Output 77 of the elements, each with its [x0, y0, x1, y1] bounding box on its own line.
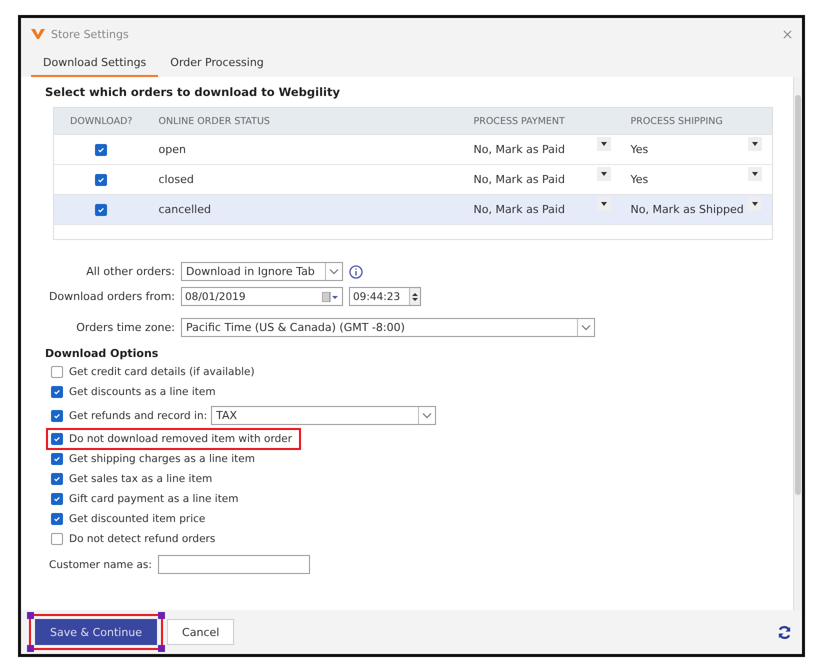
check-icon — [53, 475, 61, 483]
close-icon[interactable] — [783, 30, 792, 38]
checkbox[interactable] — [95, 204, 108, 216]
check-icon — [53, 515, 61, 523]
refresh-icon[interactable] — [777, 624, 792, 640]
resize-handle[interactable] — [158, 612, 166, 619]
check-icon — [53, 435, 61, 443]
input-field[interactable] — [158, 555, 310, 574]
check-icon — [97, 176, 106, 184]
checkbox[interactable] — [95, 174, 108, 186]
checkbox[interactable] — [51, 386, 63, 398]
checkbox[interactable] — [51, 493, 63, 505]
option-label: Get shipping charges as a line item — [69, 453, 255, 465]
dropdown[interactable]: TAX — [211, 406, 436, 425]
dropdown[interactable]: Download in Ignore Tab — [181, 262, 343, 281]
table-cell: closed — [158, 173, 194, 186]
save-button[interactable]: Save & Continue — [35, 619, 158, 645]
checkbox[interactable] — [51, 533, 63, 545]
calendar-icon[interactable] — [322, 292, 338, 302]
dropdown-arrow-icon[interactable] — [752, 142, 758, 146]
time-field[interactable]: 09:44:23 — [349, 287, 421, 306]
field-label: Customer name as: — [49, 558, 152, 570]
option-label: Do not detect refund orders — [69, 533, 216, 545]
dropdown[interactable]: Pacific Time (US & Canada) (GMT -8:00) — [181, 318, 595, 337]
column-header: PROCESS PAYMENT — [464, 108, 620, 134]
table-cell: open — [158, 143, 186, 156]
table-cell: No, Mark as Paid — [474, 143, 565, 156]
scrollbar-thumb[interactable] — [795, 95, 801, 495]
option-label: Do not download removed item with order — [69, 433, 292, 445]
column-header: DOWNLOAD? — [54, 108, 148, 134]
dropdown-arrow-icon[interactable] — [752, 172, 758, 176]
field-label: All other orders: — [85, 265, 175, 278]
tab[interactable]: Order Processing — [158, 50, 276, 77]
info-icon[interactable] — [349, 264, 363, 278]
option-label: Get discounts as a line item — [69, 386, 216, 398]
checkbox[interactable] — [51, 453, 63, 465]
option-label: Gift card payment as a line item — [69, 493, 238, 505]
checkbox[interactable] — [95, 144, 108, 156]
table-cell: No, Mark as Paid — [474, 203, 565, 216]
check-icon — [53, 455, 61, 463]
resize-handle[interactable] — [158, 645, 166, 652]
column-header: PROCESS SHIPPING — [620, 108, 772, 134]
checkbox[interactable] — [51, 366, 63, 378]
logo-icon — [31, 29, 45, 39]
option-label: Get sales tax as a line item — [69, 473, 212, 485]
table-cell: cancelled — [158, 203, 211, 216]
resize-handle[interactable] — [27, 612, 34, 619]
cancel-button[interactable]: Cancel — [167, 619, 234, 645]
check-icon — [97, 146, 106, 154]
checkbox[interactable] — [51, 473, 63, 485]
dropdown-arrow-icon[interactable] — [600, 172, 606, 176]
check-icon — [53, 388, 61, 396]
option-label: Get refunds and record in: — [69, 410, 208, 422]
dropdown-arrow-icon[interactable] — [600, 202, 606, 206]
date-field[interactable]: 08/01/2019 — [181, 287, 343, 306]
table-cell: No, Mark as Paid — [474, 173, 565, 186]
dropdown-arrow-icon[interactable] — [752, 202, 758, 206]
table-cell: Yes — [630, 173, 648, 186]
checkbox[interactable] — [51, 433, 63, 445]
window-title: Store Settings — [51, 28, 129, 40]
resize-handle[interactable] — [27, 645, 34, 652]
option-label: Get credit card details (if available) — [69, 366, 255, 378]
spinner-icon[interactable] — [409, 288, 420, 305]
table-cell: No, Mark as Shipped — [630, 203, 744, 216]
field-label: Download orders from: — [48, 290, 175, 303]
check-icon — [53, 495, 61, 503]
option-label: Get discounted item price — [69, 513, 206, 525]
column-header: ONLINE ORDER STATUS — [148, 108, 464, 134]
checkbox[interactable] — [51, 513, 63, 525]
check-icon — [97, 206, 106, 214]
field-label: Orders time zone: — [75, 321, 175, 334]
section-title: Select which orders to download to Webgility — [45, 85, 341, 99]
checkbox[interactable] — [51, 410, 63, 422]
dropdown-arrow-icon[interactable] — [600, 142, 606, 146]
table-cell: Yes — [630, 143, 648, 156]
section-title: Download Options — [45, 347, 160, 360]
check-icon — [53, 412, 61, 420]
